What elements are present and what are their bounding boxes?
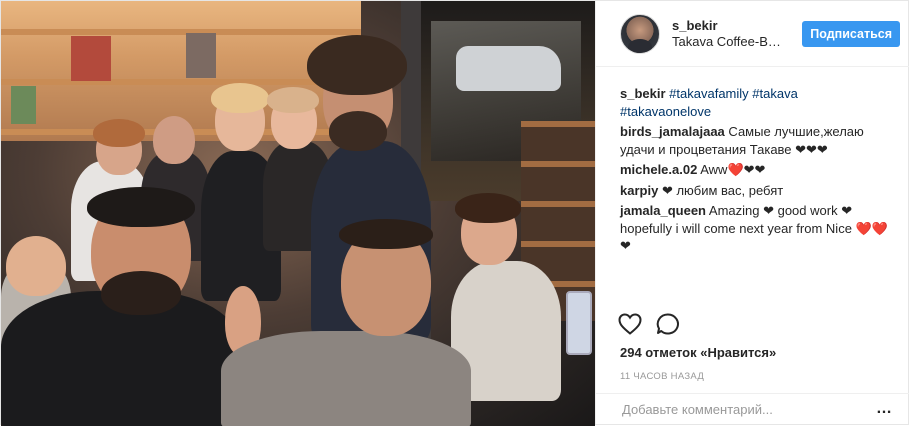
hashtag[interactable]: #takavaonelove — [620, 104, 711, 119]
person-hair — [267, 87, 319, 113]
person-face — [6, 236, 66, 296]
person-hair — [455, 193, 521, 223]
list-item: birds_jamalajaaa Самые лучшие,желаю удач… — [620, 123, 892, 158]
more-options-icon[interactable]: … — [876, 400, 893, 418]
plant — [11, 86, 36, 124]
caption-username[interactable]: s_bekir — [620, 86, 666, 101]
post-timestamp[interactable]: 11 часов назад — [620, 371, 704, 382]
list-item: michele.a.02 Aww❤️❤❤ — [620, 161, 892, 179]
comment-username[interactable]: birds_jamalajaaa — [620, 124, 725, 139]
hashtag[interactable]: #takava — [752, 86, 798, 101]
follow-button[interactable]: Подписаться — [802, 20, 900, 47]
post-actions — [618, 313, 680, 335]
comment-username[interactable]: jamala_queen — [620, 203, 706, 218]
book — [71, 36, 111, 81]
add-comment-row: … — [596, 393, 909, 424]
heart-icon[interactable] — [618, 313, 642, 335]
shelf-plank — [1, 29, 361, 35]
shelf-plank — [1, 79, 361, 85]
person-beard — [329, 111, 387, 151]
book — [186, 33, 216, 78]
person-face — [153, 116, 195, 164]
person — [221, 331, 471, 426]
location-link[interactable]: Takava Coffee-B… — [672, 34, 797, 50]
avatar[interactable] — [620, 13, 660, 54]
comment-text: ❤ любим вас, ребят — [661, 182, 784, 198]
post-photo[interactable] — [1, 1, 595, 426]
comment-username[interactable]: karpiy — [620, 183, 658, 198]
likes-count[interactable]: 294 отметок «Нравится» — [620, 345, 776, 360]
person-hair — [87, 187, 195, 227]
comments-list: s_bekir #takavafamily #takava #takavaone… — [620, 85, 892, 258]
list-item: karpiy ❤ любим вас, ребят — [620, 182, 892, 200]
hashtag[interactable]: #takavafamily — [669, 86, 748, 101]
post-side-panel: s_bekir Takava Coffee-B… Подписаться s_b… — [595, 1, 909, 424]
list-item: jamala_queen Amazing ❤ good work ❤ hopef… — [620, 202, 892, 255]
add-comment-input[interactable] — [620, 400, 864, 418]
post-container: s_bekir Takava Coffee-B… Подписаться s_b… — [0, 0, 909, 426]
caption: s_bekir #takavafamily #takava #takavaone… — [620, 85, 892, 120]
person-hair — [211, 83, 269, 113]
user-info: s_bekir Takava Coffee-B… — [672, 18, 802, 50]
person-hair — [93, 119, 145, 147]
phone — [566, 291, 592, 355]
comment-text: Aww❤️❤❤ — [700, 162, 766, 177]
person-beard — [101, 271, 181, 315]
person-hair — [307, 35, 407, 95]
car — [456, 46, 561, 91]
header-username[interactable]: s_bekir — [672, 18, 802, 34]
comment-icon[interactable] — [656, 313, 680, 335]
post-header: s_bekir Takava Coffee-B… Подписаться — [596, 1, 909, 67]
person-hair — [339, 219, 433, 249]
comment-username[interactable]: michele.a.02 — [620, 162, 697, 177]
